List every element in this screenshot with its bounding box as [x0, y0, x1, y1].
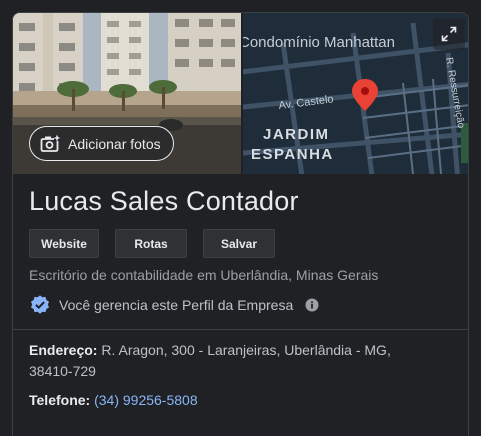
map-label-neighborhood-1: JARDIM	[263, 126, 330, 143]
add-photos-label: Adicionar fotos	[68, 135, 161, 152]
add-photos-button[interactable]: Adicionar fotos	[29, 126, 174, 161]
action-buttons: Website Rotas Salvar	[29, 229, 275, 258]
business-name: Lucas Sales Contador	[29, 186, 299, 216]
expand-button[interactable]	[433, 18, 465, 50]
business-category: Escritório de contabilidade em Uberlândi…	[29, 267, 379, 283]
managed-profile-row: Você gerencia este Perfil da Empresa	[29, 294, 319, 316]
save-button[interactable]: Salvar	[203, 229, 275, 258]
info-icon[interactable]	[305, 298, 319, 312]
website-button[interactable]: Website	[29, 229, 99, 258]
managed-profile-text: Você gerencia este Perfil da Empresa	[59, 297, 294, 313]
map-label-neighborhood-2: ESPANHA	[251, 146, 334, 163]
business-profile-card: Adicionar fotos Condomínio Manhattan Av.…	[12, 12, 469, 436]
expand-icon	[441, 26, 457, 42]
directions-button[interactable]: Rotas	[115, 229, 187, 258]
phone-link[interactable]: (34) 99256-5808	[94, 392, 198, 408]
phone-row: Telefone: (34) 99256-5808	[29, 390, 198, 411]
verified-badge-icon	[31, 295, 49, 314]
map-label-condominio: Condomínio Manhattan	[243, 34, 395, 51]
address-row: Endereço: R. Aragon, 300 - Laranjeiras, …	[29, 340, 429, 382]
street-photo[interactable]: Adicionar fotos	[13, 13, 241, 174]
add-photo-icon	[40, 134, 60, 152]
address-label: Endereço:	[29, 342, 98, 358]
photo-strip: Adicionar fotos Condomínio Manhattan Av.…	[13, 13, 468, 174]
phone-label: Telefone:	[29, 392, 91, 408]
section-divider	[13, 329, 468, 330]
